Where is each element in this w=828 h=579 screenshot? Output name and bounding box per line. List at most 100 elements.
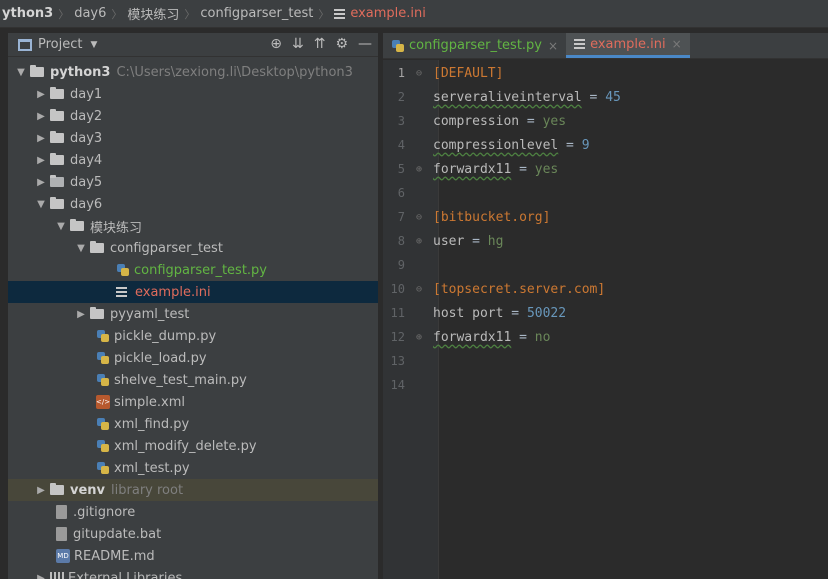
chevron-right-icon: 〉 xyxy=(58,7,70,21)
tree-item-day6[interactable]: ▼ day6 xyxy=(8,193,378,215)
project-view-selector[interactable]: Project xyxy=(38,37,82,52)
tab-example-ini[interactable]: example.ini × xyxy=(566,33,690,58)
chevron-down-icon[interactable]: ▼ xyxy=(14,67,28,78)
breadcrumb-item-day6[interactable]: day6 xyxy=(74,6,106,21)
tree-item-simple-xml[interactable]: </> simple.xml xyxy=(8,391,378,413)
tab-configparser-test-py[interactable]: configparser_test.py × xyxy=(383,33,566,58)
code-line[interactable]: 10 ⊖ [topsecret.server.com] xyxy=(383,277,828,301)
breadcrumb-item-python3[interactable]: ython3 xyxy=(2,6,53,21)
fold-marker-icon[interactable]: ⊕ xyxy=(405,332,433,343)
ini-section-header: [bitbucket.org] xyxy=(433,209,551,225)
code-line[interactable]: 9 xyxy=(383,253,828,277)
chevron-down-icon[interactable]: ▼ xyxy=(90,40,97,50)
gear-icon[interactable]: ⚙ xyxy=(335,36,348,52)
chevron-down-icon[interactable]: ▼ xyxy=(54,221,68,232)
tree-item-label: day5 xyxy=(70,174,103,190)
code-line[interactable]: 12 ⊕ forwardx11 = no xyxy=(383,325,828,349)
folder-icon xyxy=(50,153,64,165)
folder-icon xyxy=(50,131,64,143)
code-line[interactable]: 8 ⊕ user = hg xyxy=(383,229,828,253)
code-line[interactable]: 1 ⊖ [DEFAULT] xyxy=(383,61,828,85)
fold-marker-icon[interactable]: ⊖ xyxy=(405,284,433,295)
chevron-right-icon[interactable]: ▶ xyxy=(34,177,48,188)
tree-item-day3[interactable]: ▶ day3 xyxy=(8,127,378,149)
tree-item-venv[interactable]: ▶ venv library root xyxy=(8,479,378,501)
tree-item-xml-modify-delete[interactable]: xml_modify_delete.py xyxy=(8,435,378,457)
tree-item-configparser-test-folder[interactable]: ▼ configparser_test xyxy=(8,237,378,259)
tree-item-gitignore[interactable]: .gitignore xyxy=(8,501,378,523)
folder-icon xyxy=(50,109,64,121)
python-file-icon xyxy=(96,439,110,453)
tree-item-label: README.md xyxy=(74,548,155,564)
locate-icon[interactable]: ⊕ xyxy=(270,36,282,52)
python-file-icon xyxy=(96,461,110,475)
tree-item-label: External Libraries xyxy=(68,570,183,579)
tree-item-label: pickle_dump.py xyxy=(114,328,217,344)
close-icon[interactable]: × xyxy=(672,37,682,51)
code-line[interactable]: 2 serveraliveinterval = 45 xyxy=(383,85,828,109)
breadcrumb-item-module-practice[interactable]: 模块练习 xyxy=(127,4,179,23)
chevron-right-icon[interactable]: ▶ xyxy=(34,573,48,579)
tree-item-shelve-test-main[interactable]: shelve_test_main.py xyxy=(8,369,378,391)
breadcrumb-item-example-ini[interactable]: example.ini xyxy=(350,6,426,21)
line-number: 8 xyxy=(397,234,405,248)
tree-item-configparser-test-py[interactable]: configparser_test.py xyxy=(8,259,378,281)
tree-item-day4[interactable]: ▶ day4 xyxy=(8,149,378,171)
ini-equals: = xyxy=(464,233,488,249)
fold-marker-icon[interactable]: ⊖ xyxy=(405,212,433,223)
tree-item-external-libraries[interactable]: ▶ External Libraries xyxy=(8,567,378,579)
code-line[interactable]: 7 ⊖ [bitbucket.org] xyxy=(383,205,828,229)
project-view-icon xyxy=(18,38,32,51)
folder-icon xyxy=(90,307,104,319)
collapse-all-icon[interactable]: ⇈ xyxy=(314,36,326,52)
code-line[interactable]: 11 host port = 50022 xyxy=(383,301,828,325)
code-line[interactable]: 4 compressionlevel = 9 xyxy=(383,133,828,157)
code-editor[interactable]: 1 ⊖ [DEFAULT] 2 serveraliveinterval = 45… xyxy=(383,60,828,579)
tree-item-gitupdate-bat[interactable]: gitupdate.bat xyxy=(8,523,378,545)
tree-item-day5[interactable]: ▶ day5 xyxy=(8,171,378,193)
ini-value: no xyxy=(534,329,551,345)
project-toolbar: ⊕ ⇊ ⇈ ⚙ — xyxy=(270,36,372,52)
chevron-right-icon[interactable]: ▶ xyxy=(34,133,48,144)
chevron-right-icon[interactable]: ▶ xyxy=(34,89,48,100)
expand-all-icon[interactable]: ⇊ xyxy=(292,36,304,52)
code-line[interactable]: 13 xyxy=(383,349,828,373)
editor-tabs: configparser_test.py × example.ini × xyxy=(383,33,828,59)
tree-item-pyyaml-test[interactable]: ▶ pyyaml_test xyxy=(8,303,378,325)
folder-icon xyxy=(50,197,64,209)
folder-icon xyxy=(70,219,84,231)
fold-marker-icon[interactable]: ⊕ xyxy=(405,164,433,175)
tree-item-readme[interactable]: MD README.md xyxy=(8,545,378,567)
fold-marker-icon[interactable]: ⊕ xyxy=(405,236,433,247)
close-icon[interactable]: × xyxy=(548,39,558,53)
tree-item-pickle-load[interactable]: pickle_load.py xyxy=(8,347,378,369)
tree-item-example-ini[interactable]: example.ini xyxy=(8,281,378,303)
tree-item-python3[interactable]: ▼ python3 C:\Users\zexiong.li\Desktop\py… xyxy=(8,61,378,83)
chevron-right-icon[interactable]: ▶ xyxy=(34,485,48,496)
code-line[interactable]: 6 xyxy=(383,181,828,205)
code-line[interactable]: 5 ⊕ forwardx11 = yes xyxy=(383,157,828,181)
tree-item-module-practice[interactable]: ▼ 模块练习 xyxy=(8,215,378,237)
tree-item-day2[interactable]: ▶ day2 xyxy=(8,105,378,127)
line-number: 2 xyxy=(397,90,405,104)
tree-item-label: gitupdate.bat xyxy=(73,526,162,542)
tree-item-day1[interactable]: ▶ day1 xyxy=(8,83,378,105)
chevron-right-icon: 〉 xyxy=(318,7,330,21)
project-panel: Project ▼ ⊕ ⇊ ⇈ ⚙ — ▼ python3 C:\Users\z… xyxy=(8,33,378,579)
breadcrumb-item-configparser-test[interactable]: configparser_test xyxy=(200,6,313,21)
chevron-down-icon[interactable]: ▼ xyxy=(74,243,88,254)
tree-item-pickle-dump[interactable]: pickle_dump.py xyxy=(8,325,378,347)
folder-icon xyxy=(50,483,64,495)
tree-item-xml-find[interactable]: xml_find.py xyxy=(8,413,378,435)
fold-marker-icon[interactable]: ⊖ xyxy=(405,68,433,79)
chevron-right-icon[interactable]: ▶ xyxy=(74,309,88,320)
chevron-right-icon[interactable]: ▶ xyxy=(34,155,48,166)
project-header: Project ▼ ⊕ ⇊ ⇈ ⚙ — xyxy=(8,33,378,57)
ini-file-icon xyxy=(116,287,127,297)
chevron-right-icon[interactable]: ▶ xyxy=(34,111,48,122)
code-line[interactable]: 3 compression = yes xyxy=(383,109,828,133)
chevron-down-icon[interactable]: ▼ xyxy=(34,199,48,210)
code-line[interactable]: 14 xyxy=(383,373,828,397)
hide-icon[interactable]: — xyxy=(358,36,372,52)
tree-item-xml-test[interactable]: xml_test.py xyxy=(8,457,378,479)
